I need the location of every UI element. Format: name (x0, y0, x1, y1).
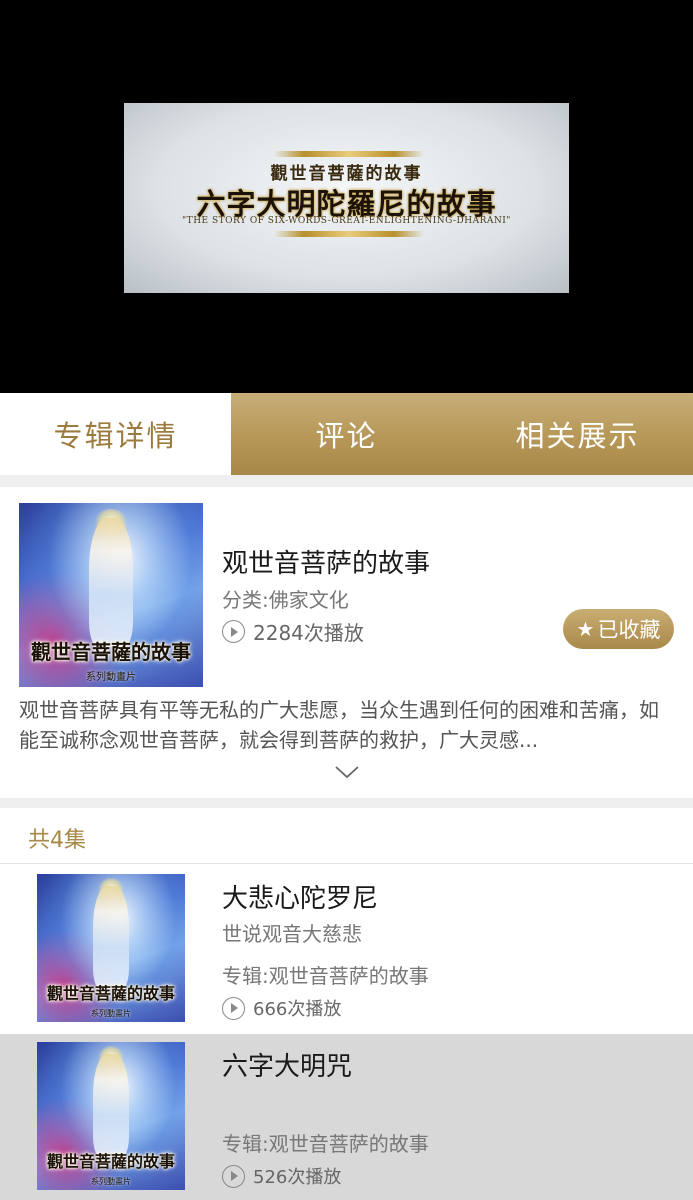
tab-album-details[interactable]: 专辑详情 (0, 393, 231, 475)
episode-plays-text: 526次播放 (253, 1167, 342, 1188)
episode-album: 专辑:观世音菩萨的故事 (222, 964, 429, 988)
play-count-icon (222, 996, 245, 1020)
video-english-title: "THE STORY OF SIX-WORDS-GREAT-ENLIGHTENI… (182, 216, 511, 226)
episode-cover-image: 觀世音菩薩的故事 系列動畫片 (37, 874, 185, 1022)
album-cover-image: 觀世音菩薩的故事 系列動畫片 (19, 503, 203, 687)
section-divider (0, 475, 693, 487)
cover-figure (93, 1053, 129, 1158)
episode-list-item[interactable]: 觀世音菩薩的故事 系列動畫片 六字大明咒 专辑:观世音菩萨的故事 526次播放 (0, 1034, 693, 1200)
tab-comments[interactable]: 评论 (231, 393, 462, 475)
favorite-label: 已收藏 (597, 618, 661, 642)
video-ornament-top (274, 151, 424, 157)
episode-play-count: 526次播放 (222, 1163, 341, 1189)
episode-title: 六字大明咒 (222, 1052, 353, 1082)
cover-title: 觀世音菩薩的故事 (46, 984, 175, 1004)
episode-plays-text: 666次播放 (253, 999, 342, 1020)
album-plays-text: 2284次播放 (253, 621, 364, 645)
favorite-button[interactable]: ★ 已收藏 (563, 609, 674, 649)
episode-play-count: 666次播放 (222, 995, 341, 1021)
episode-list-item[interactable]: 觀世音菩薩的故事 系列動畫片 大悲心陀罗尼 世说观音大慈悲 专辑:观世音菩萨的故… (0, 866, 693, 1034)
episode-count: 共4集 (28, 828, 86, 853)
album-description: 观世音菩萨具有平等无私的广大悲愿，当众生遇到任何的困难和苦痛，如能至诚称念观世音… (19, 698, 659, 752)
cover-subtitle: 系列動畫片 (91, 1177, 131, 1187)
cover-subtitle: 系列動畫片 (86, 672, 136, 684)
list-divider (0, 863, 693, 864)
episode-album: 专辑:观世音菩萨的故事 (222, 1132, 429, 1156)
star-icon: ★ (576, 617, 595, 641)
section-divider (0, 798, 693, 808)
cover-subtitle: 系列動畫片 (91, 1009, 131, 1019)
chevron-down-icon[interactable] (334, 759, 360, 785)
cover-title: 觀世音菩薩的故事 (46, 1152, 175, 1172)
episode-cover-image: 觀世音菩薩的故事 系列動畫片 (37, 1042, 185, 1190)
album-card: 觀世音菩薩的故事 系列動畫片 观世音菩萨的故事 分类:佛家文化 2284次播放 … (0, 487, 693, 798)
episode-title: 大悲心陀罗尼 (222, 884, 379, 914)
tab-bar: 专辑详情 评论 相关展示 (0, 393, 693, 475)
video-player[interactable]: 觀世音菩薩的故事 六字大明陀羅尼的故事 "THE STORY OF SIX-WO… (0, 0, 693, 393)
video-frame[interactable]: 觀世音菩薩的故事 六字大明陀羅尼的故事 "THE STORY OF SIX-WO… (124, 103, 569, 293)
album-title: 观世音菩萨的故事 (222, 549, 431, 579)
cover-figure (88, 517, 134, 647)
video-ornament-bottom (274, 231, 424, 237)
tab-related[interactable]: 相关展示 (462, 393, 693, 475)
episode-description: 世说观音大慈悲 (222, 922, 362, 946)
cover-title: 觀世音菩薩的故事 (31, 639, 191, 664)
album-category: 分类:佛家文化 (222, 588, 349, 612)
play-count-icon (222, 620, 245, 643)
cover-figure (93, 885, 129, 990)
play-count-icon (222, 1164, 245, 1188)
album-play-count: 2284次播放 (222, 617, 364, 646)
